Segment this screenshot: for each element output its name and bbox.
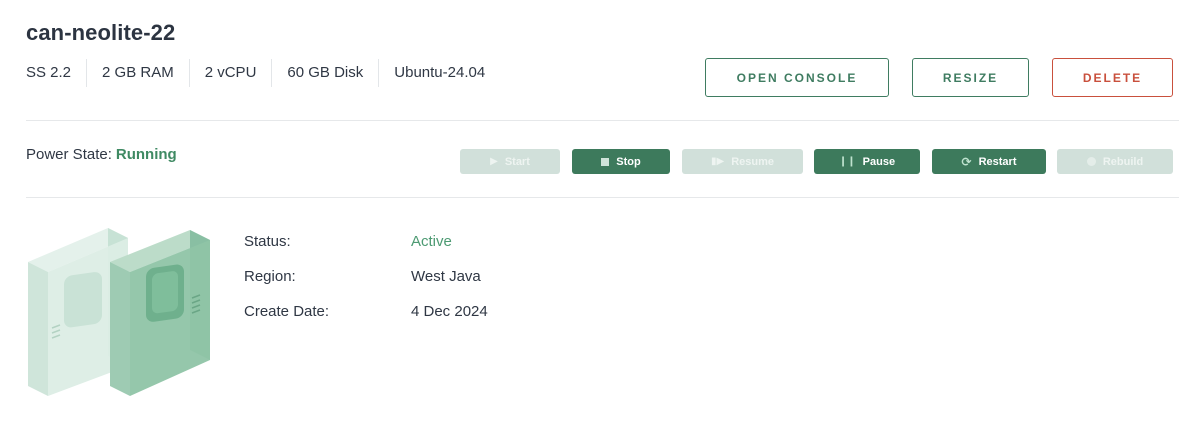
spec-plan: SS 2.2 (26, 64, 72, 81)
spec-disk: 60 GB Disk (271, 59, 378, 87)
start-button[interactable]: ▶ Start (460, 149, 560, 174)
detail-row-region: Region: West Java (244, 259, 488, 294)
stop-icon (601, 157, 610, 166)
power-state-value: Running (115, 146, 177, 163)
resume-icon: ▮▶ (711, 155, 725, 167)
spec-cpu: 2 vCPU (188, 59, 272, 87)
server-specs: SS 2.2 2 GB RAM 2 vCPU 60 GB Disk Ubuntu… (26, 59, 500, 87)
pause-icon: ❙❙ (838, 155, 856, 167)
spec-ram: 2 GB RAM (86, 59, 189, 87)
create-date-value: 4 Dec 2024 (411, 303, 488, 320)
detail-row-status: Status: Active (244, 224, 488, 259)
power-state: Power State: Running (26, 146, 177, 163)
divider (26, 120, 1179, 121)
restart-button[interactable]: ⟳ Restart (932, 149, 1046, 174)
resume-button[interactable]: ▮▶ Resume (682, 149, 803, 174)
spec-os: Ubuntu-24.04 (378, 59, 500, 87)
divider (26, 197, 1179, 198)
pause-button[interactable]: ❙❙ Pause (814, 149, 920, 174)
rebuild-button[interactable]: Rebuild (1057, 149, 1173, 174)
server-title: can-neolite-22 (26, 20, 176, 45)
delete-button[interactable]: DELETE (1052, 58, 1173, 97)
server-details: Status: Active Region: West Java Create … (244, 224, 488, 329)
play-icon: ▶ (490, 155, 498, 167)
stop-label: Stop (616, 155, 641, 168)
status-value: Active (411, 233, 452, 250)
start-label: Start (504, 155, 530, 168)
status-label: Status: (244, 233, 291, 250)
stop-button[interactable]: Stop (572, 149, 670, 174)
open-console-button[interactable]: OPEN CONSOLE (705, 58, 889, 97)
server-illustration (28, 228, 210, 396)
restart-icon: ⟳ (961, 154, 972, 169)
pause-label: Pause (862, 155, 896, 168)
resize-button[interactable]: RESIZE (912, 58, 1029, 97)
power-state-label: Power State: (26, 146, 112, 163)
region-label: Region: (244, 268, 296, 285)
create-date-label: Create Date: (244, 303, 330, 320)
rebuild-label: Rebuild (1102, 155, 1144, 168)
resume-label: Resume (731, 155, 774, 168)
detail-row-create-date: Create Date: 4 Dec 2024 (244, 294, 488, 329)
region-value: West Java (411, 268, 481, 285)
restart-label: Restart (978, 155, 1017, 168)
rebuild-icon (1086, 157, 1096, 166)
